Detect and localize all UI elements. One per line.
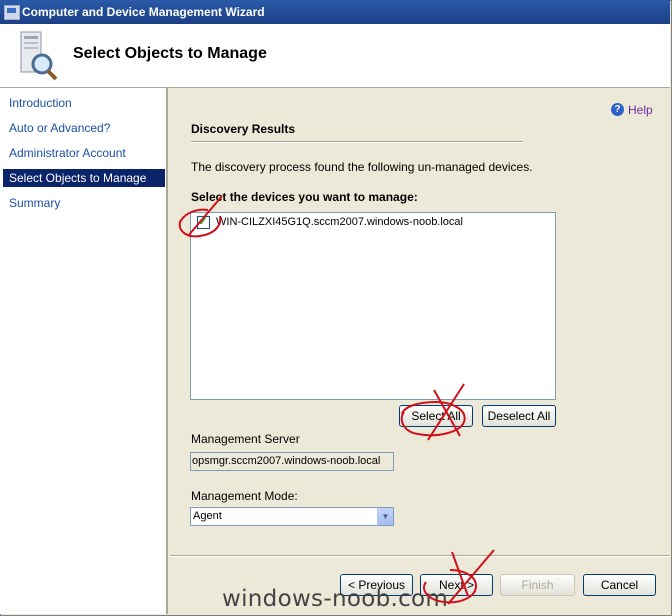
management-mode-select[interactable]: Agent ▼ bbox=[190, 507, 394, 526]
help-link[interactable]: Help bbox=[628, 103, 653, 117]
sidebar-item-introduction[interactable]: Introduction bbox=[3, 94, 165, 112]
title-bar: Computer and Device Management Wizard bbox=[0, 0, 670, 24]
help-icon[interactable]: ? bbox=[611, 103, 624, 116]
finish-button: Finish bbox=[500, 574, 575, 596]
sidebar-item-administrator-account[interactable]: Administrator Account bbox=[3, 144, 165, 162]
management-server-field: opsmgr.sccm2007.windows-noob.local bbox=[190, 452, 394, 471]
section-divider bbox=[191, 141, 523, 143]
window-title: Computer and Device Management Wizard bbox=[22, 5, 265, 19]
sidebar-item-auto-or-advanced[interactable]: Auto or Advanced? bbox=[3, 119, 165, 137]
cancel-button[interactable]: Cancel bbox=[583, 574, 656, 596]
watermark: windows-noob.com bbox=[222, 586, 449, 612]
wizard-header: Select Objects to Manage bbox=[0, 24, 670, 88]
discovery-description: The discovery process found the followin… bbox=[191, 160, 533, 174]
sidebar-item-summary[interactable]: Summary bbox=[3, 194, 165, 212]
select-all-button[interactable]: Select All bbox=[399, 405, 473, 427]
management-server-label: Management Server bbox=[191, 432, 300, 446]
deselect-all-button[interactable]: Deselect All bbox=[482, 405, 556, 427]
device-label[interactable]: WIN-CILZXI45G1Q.sccm2007.windows-noob.lo… bbox=[216, 216, 463, 228]
sidebar-item-select-objects[interactable]: Select Objects to Manage bbox=[3, 169, 165, 187]
select-devices-label: Select the devices you want to manage: bbox=[191, 190, 418, 204]
management-mode-value: Agent bbox=[193, 510, 222, 522]
chevron-down-icon[interactable]: ▼ bbox=[377, 508, 393, 525]
management-mode-label: Management Mode: bbox=[191, 489, 298, 503]
devices-listbox[interactable] bbox=[190, 212, 556, 400]
app-icon bbox=[4, 5, 20, 20]
section-title: Discovery Results bbox=[191, 122, 296, 136]
footer-divider bbox=[170, 555, 670, 557]
page-title: Select Objects to Manage bbox=[73, 45, 267, 62]
wizard-sidebar bbox=[0, 88, 168, 614]
device-checkbox[interactable] bbox=[197, 214, 210, 229]
computer-search-icon bbox=[20, 31, 58, 81]
